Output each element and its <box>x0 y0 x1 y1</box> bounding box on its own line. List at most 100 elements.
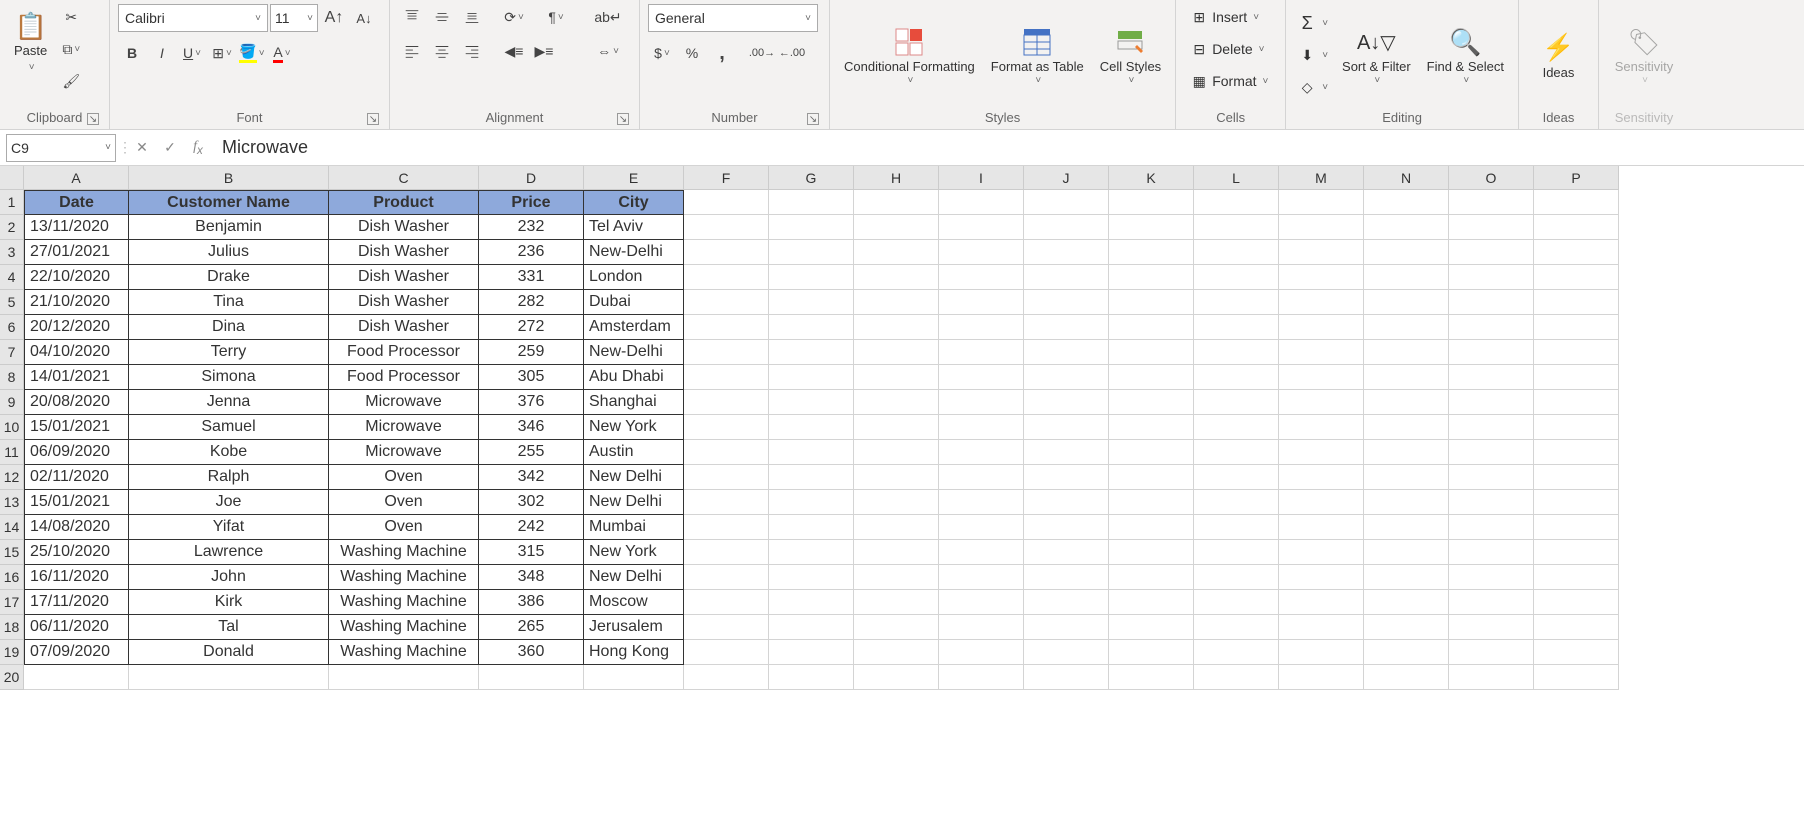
cell[interactable] <box>1534 665 1619 690</box>
cell[interactable]: Product <box>329 190 479 215</box>
cell[interactable]: New Delhi <box>584 565 684 590</box>
font-size-select[interactable]: 11˅ <box>270 4 318 32</box>
cell[interactable] <box>1024 415 1109 440</box>
cell[interactable]: 342 <box>479 465 584 490</box>
column-header-F[interactable]: F <box>684 166 769 190</box>
cell[interactable] <box>854 415 939 440</box>
name-box[interactable]: C9˅ <box>6 134 116 162</box>
cell[interactable] <box>1449 490 1534 515</box>
cell[interactable] <box>854 465 939 490</box>
cell[interactable] <box>1534 365 1619 390</box>
cells-area[interactable]: DateCustomer NameProductPriceCity13/11/2… <box>24 190 1619 690</box>
cell[interactable] <box>1364 240 1449 265</box>
cell[interactable] <box>854 215 939 240</box>
cell[interactable] <box>684 365 769 390</box>
fill-button[interactable]: ⬇˅ <box>1294 42 1332 68</box>
copy-button[interactable]: ⧉˅ <box>57 36 85 62</box>
cell[interactable] <box>1534 340 1619 365</box>
comma-button[interactable]: , <box>708 40 736 66</box>
cell[interactable] <box>1279 290 1364 315</box>
cell[interactable] <box>1534 440 1619 465</box>
cell[interactable] <box>1194 240 1279 265</box>
column-header-M[interactable]: M <box>1279 166 1364 190</box>
row-header[interactable]: 1 <box>0 190 24 215</box>
percent-button[interactable]: % <box>678 40 706 66</box>
cell[interactable]: 386 <box>479 590 584 615</box>
cell[interactable] <box>1194 590 1279 615</box>
cell[interactable] <box>854 315 939 340</box>
cell[interactable]: New-Delhi <box>584 240 684 265</box>
cell[interactable] <box>1364 490 1449 515</box>
cell[interactable] <box>1024 215 1109 240</box>
cell[interactable] <box>1024 615 1109 640</box>
cell[interactable] <box>684 465 769 490</box>
cell[interactable]: 17/11/2020 <box>24 590 129 615</box>
cell[interactable] <box>479 665 584 690</box>
cell[interactable]: 07/09/2020 <box>24 640 129 665</box>
cell[interactable] <box>684 290 769 315</box>
cell[interactable] <box>1449 665 1534 690</box>
cell[interactable]: New York <box>584 540 684 565</box>
cell[interactable]: City <box>584 190 684 215</box>
cell[interactable] <box>1534 540 1619 565</box>
cell[interactable]: 02/11/2020 <box>24 465 129 490</box>
cell[interactable] <box>939 440 1024 465</box>
cell[interactable] <box>684 540 769 565</box>
cell[interactable] <box>854 190 939 215</box>
cell[interactable] <box>1534 265 1619 290</box>
cell[interactable] <box>854 290 939 315</box>
sort-filter-button[interactable]: A↓▽ Sort & Filter ˅ <box>1336 20 1417 90</box>
cell[interactable]: 04/10/2020 <box>24 340 129 365</box>
cell[interactable]: Washing Machine <box>329 640 479 665</box>
cell[interactable]: 376 <box>479 390 584 415</box>
insert-function-button[interactable]: fx <box>184 134 212 162</box>
cell[interactable] <box>939 265 1024 290</box>
accounting-format-button[interactable]: $˅ <box>648 40 676 66</box>
cell[interactable]: 305 <box>479 365 584 390</box>
column-header-N[interactable]: N <box>1364 166 1449 190</box>
cell[interactable] <box>854 340 939 365</box>
cell[interactable] <box>854 565 939 590</box>
cell[interactable] <box>939 665 1024 690</box>
cell[interactable] <box>684 315 769 340</box>
merge-center-button[interactable]: ⇔˅ <box>588 38 628 64</box>
align-right-button[interactable] <box>458 38 486 64</box>
cell[interactable] <box>1279 615 1364 640</box>
cell[interactable] <box>1449 415 1534 440</box>
cell[interactable] <box>1024 340 1109 365</box>
font-color-button[interactable]: A˅ <box>268 40 296 66</box>
cell[interactable] <box>684 415 769 440</box>
cell[interactable] <box>1364 540 1449 565</box>
row-header[interactable]: 9 <box>0 390 24 415</box>
cell[interactable] <box>939 390 1024 415</box>
cell[interactable] <box>854 540 939 565</box>
cell[interactable]: Tina <box>129 290 329 315</box>
cell[interactable]: 315 <box>479 540 584 565</box>
cell[interactable]: Terry <box>129 340 329 365</box>
underline-button[interactable]: U˅ <box>178 40 206 66</box>
format-button[interactable]: ▦Format˅ <box>1184 68 1274 94</box>
cell[interactable] <box>854 615 939 640</box>
dialog-launcher-icon[interactable]: ↘ <box>807 113 819 125</box>
cell[interactable]: New Delhi <box>584 465 684 490</box>
dialog-launcher-icon[interactable]: ↘ <box>367 113 379 125</box>
cell[interactable] <box>1279 415 1364 440</box>
cell[interactable] <box>1024 590 1109 615</box>
cell[interactable]: 360 <box>479 640 584 665</box>
cell[interactable] <box>1534 590 1619 615</box>
cell[interactable] <box>1449 615 1534 640</box>
cell[interactable] <box>769 365 854 390</box>
decrease-indent-button[interactable]: ◀≡ <box>500 38 528 64</box>
cell[interactable]: 331 <box>479 265 584 290</box>
cell[interactable] <box>684 215 769 240</box>
cell[interactable]: 259 <box>479 340 584 365</box>
cell[interactable]: Washing Machine <box>329 590 479 615</box>
cell[interactable] <box>1194 615 1279 640</box>
cell[interactable]: Donald <box>129 640 329 665</box>
cell[interactable]: 06/09/2020 <box>24 440 129 465</box>
cell[interactable] <box>1109 590 1194 615</box>
cell[interactable] <box>1364 640 1449 665</box>
cell[interactable] <box>854 665 939 690</box>
decrease-decimal-button[interactable]: ←.00 <box>778 40 806 66</box>
cell[interactable] <box>854 640 939 665</box>
